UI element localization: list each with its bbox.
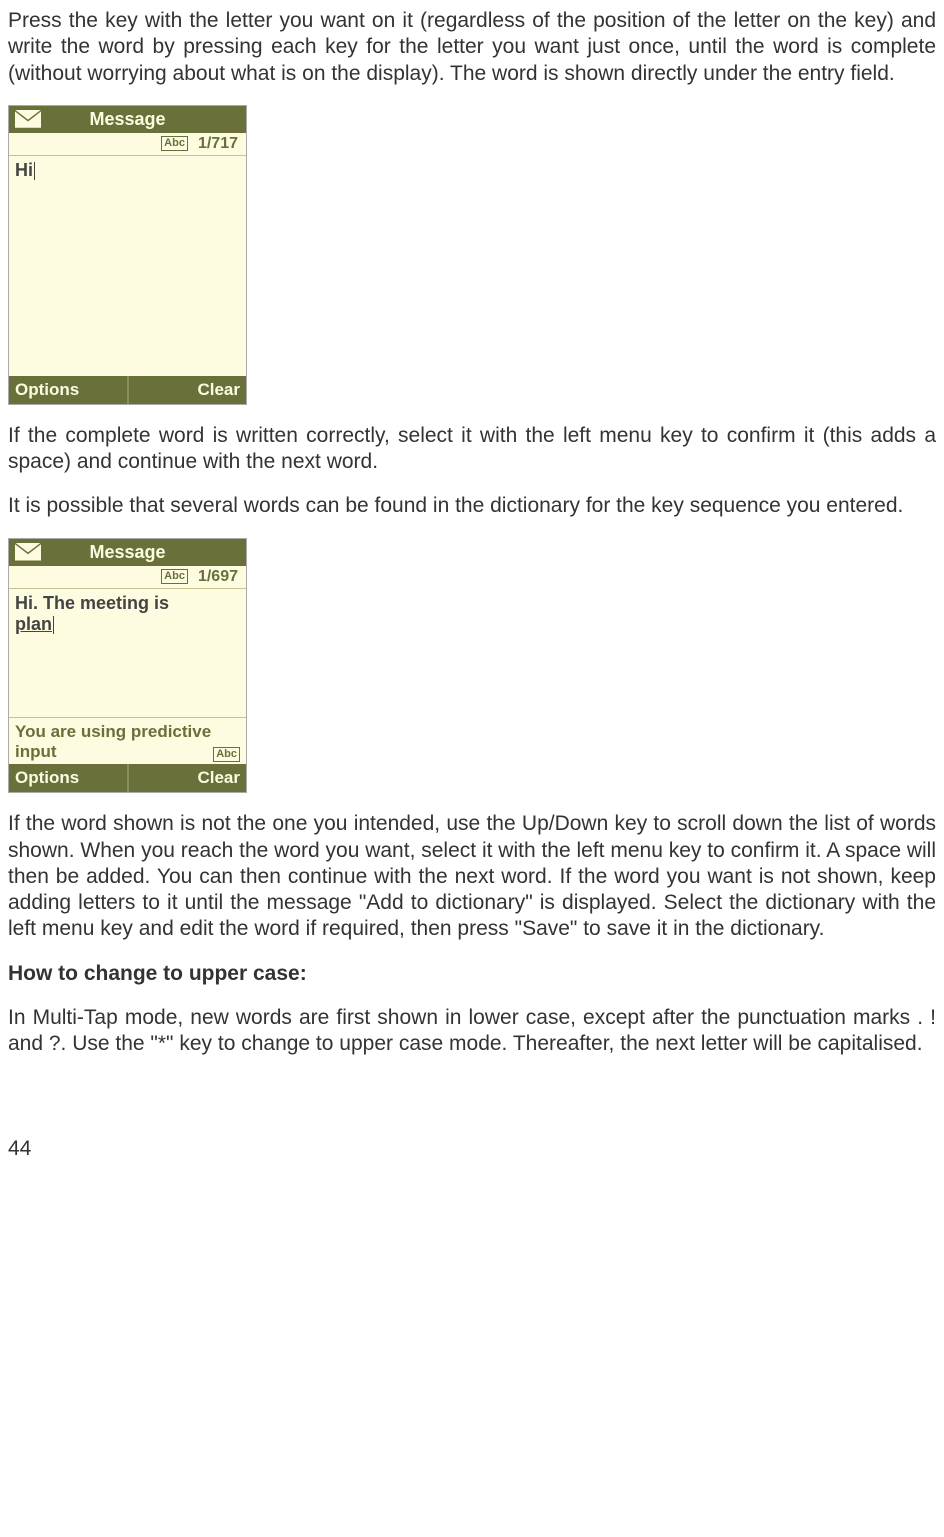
phone1-statusbar: Abc 1/717 xyxy=(9,133,246,156)
page-number: 44 xyxy=(8,1137,936,1161)
text-cursor-icon xyxy=(34,162,35,180)
phone2-text-prefix: Hi. The meeting is xyxy=(15,593,169,613)
phone2-note-text: You are using predictive input xyxy=(15,722,213,763)
paragraph-scroll-words: If the word shown is not the one you int… xyxy=(8,811,936,942)
phone2-softkeys: Options Clear xyxy=(9,764,246,792)
mail-icon xyxy=(15,110,41,128)
mail-icon xyxy=(15,543,41,561)
phone2-statusbar: Abc 1/697 xyxy=(9,566,246,589)
phone1-text: Hi xyxy=(15,160,33,180)
text-cursor-icon xyxy=(53,616,54,634)
heading-uppercase: How to change to upper case: xyxy=(8,961,936,987)
abc-mode-icon: Abc xyxy=(213,747,240,762)
phone2-predictive-word: plan xyxy=(15,614,52,634)
paragraph-multiple-words: It is possible that several words can be… xyxy=(8,493,936,519)
clear-softkey[interactable]: Clear xyxy=(127,764,247,792)
abc-mode-icon: Abc xyxy=(161,569,188,584)
abc-mode-icon: Abc xyxy=(161,136,188,151)
paragraph-confirm: If the complete word is written correctl… xyxy=(8,423,936,476)
phone2-predictive-note: You are using predictive input Abc xyxy=(9,717,246,765)
paragraph-intro: Press the key with the letter you want o… xyxy=(8,8,936,87)
phone2-title: Message xyxy=(89,542,165,562)
phone-screenshot-1: Message Abc 1/717 Hi Options Clear xyxy=(8,105,247,405)
options-softkey[interactable]: Options xyxy=(9,376,127,404)
paragraph-uppercase: In Multi-Tap mode, new words are first s… xyxy=(8,1005,936,1058)
phone1-titlebar: Message xyxy=(9,106,246,133)
phone2-counter: 1/697 xyxy=(198,568,238,586)
phone1-softkeys: Options Clear xyxy=(9,376,246,404)
phone1-counter: 1/717 xyxy=(198,135,238,153)
phone1-title: Message xyxy=(89,109,165,129)
phone2-body: Hi. The meeting is plan xyxy=(9,589,246,717)
options-softkey[interactable]: Options xyxy=(9,764,127,792)
phone1-body: Hi xyxy=(9,156,246,376)
phone-screenshot-2: Message Abc 1/697 Hi. The meeting is pla… xyxy=(8,538,247,794)
phone2-titlebar: Message xyxy=(9,539,246,566)
clear-softkey[interactable]: Clear xyxy=(127,376,247,404)
